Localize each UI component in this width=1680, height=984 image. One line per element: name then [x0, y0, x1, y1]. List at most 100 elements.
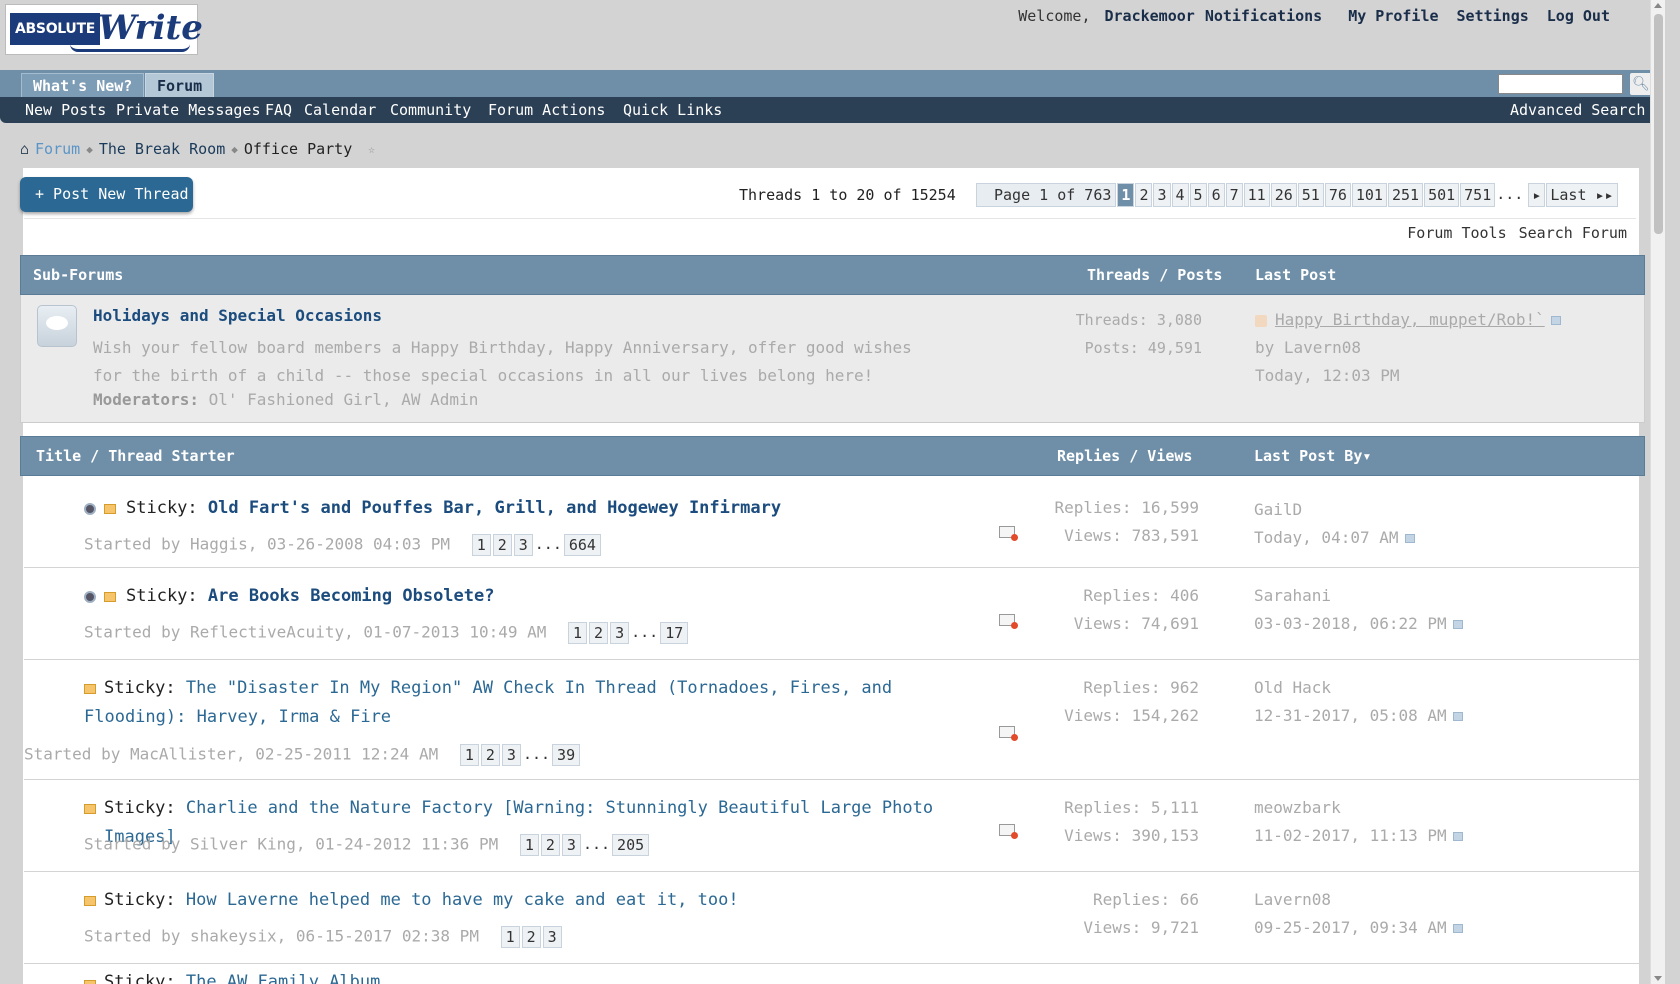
thread-title[interactable]: The AW Family Album: [186, 972, 380, 984]
thread-last-user[interactable]: Lavern08: [1254, 886, 1463, 914]
thread-views: Views: 783,591: [1064, 526, 1199, 545]
page-link[interactable]: 51: [1297, 183, 1324, 207]
thread-title[interactable]: Old Fart's and Pouffes Bar, Grill, and H…: [208, 498, 781, 518]
logout-link[interactable]: Log Out: [1547, 7, 1610, 25]
nav-forum-actions[interactable]: Forum Actions: [488, 101, 605, 119]
last-page-link[interactable]: Last ▸▸: [1546, 183, 1618, 207]
nav-community[interactable]: Community: [390, 101, 471, 119]
page-link[interactable]: 76: [1324, 183, 1351, 207]
thread-started-by[interactable]: Started by MacAllister, 02-25-2011 12:24…: [24, 745, 438, 764]
page-link[interactable]: 5: [1189, 183, 1207, 207]
mail-icon[interactable]: [999, 824, 1018, 839]
thread-page-link[interactable]: 3: [501, 744, 521, 766]
thread-page-link[interactable]: 1: [471, 534, 491, 556]
subforum-title[interactable]: Holidays and Special Occasions: [93, 306, 382, 325]
thread-page-link[interactable]: 664: [563, 534, 601, 556]
page-link[interactable]: 6: [1207, 183, 1225, 207]
thread-last-user[interactable]: GailD: [1254, 496, 1415, 524]
thread-page-link[interactable]: 39: [552, 744, 581, 766]
page-link[interactable]: 26: [1270, 183, 1297, 207]
threads-header-last[interactable]: Last Post By▾: [1254, 447, 1371, 465]
page-link[interactable]: 11: [1243, 183, 1270, 207]
tab-forum[interactable]: Forum: [145, 73, 215, 97]
page-link[interactable]: 251: [1387, 183, 1424, 207]
next-page-icon[interactable]: ▸: [1528, 183, 1546, 207]
nav-faq[interactable]: FAQ: [265, 101, 292, 119]
thread-page-link[interactable]: 2: [480, 744, 500, 766]
nav-private-messages[interactable]: Private Messages: [116, 101, 261, 119]
thread-page-link[interactable]: 1: [519, 834, 539, 856]
thread-page-link[interactable]: 3: [610, 622, 630, 644]
profile-link[interactable]: My Profile: [1348, 7, 1438, 25]
goto-last-post-icon[interactable]: [1452, 712, 1463, 721]
settings-link[interactable]: Settings: [1457, 7, 1529, 25]
threads-header-title[interactable]: Title / Thread Starter: [36, 447, 235, 465]
username-link[interactable]: Drackemoor: [1105, 7, 1195, 25]
thread-page-link[interactable]: 1: [568, 622, 588, 644]
page-link[interactable]: 2: [1135, 183, 1153, 207]
breadcrumb-break-room[interactable]: The Break Room: [99, 140, 225, 158]
forum-tools-menu[interactable]: Forum Tools: [1407, 224, 1506, 242]
moderators-list[interactable]: Ol' Fashioned Girl, AW Admin: [209, 390, 479, 409]
thread-page-link[interactable]: 2: [589, 622, 609, 644]
thread-title[interactable]: How Laverne helped me to have my cake an…: [186, 890, 739, 910]
notifications-link[interactable]: Notifications: [1205, 7, 1322, 25]
mail-icon[interactable]: [999, 726, 1018, 741]
subscribe-star-icon[interactable]: ☆: [368, 143, 375, 156]
goto-last-post-icon[interactable]: [1404, 534, 1415, 543]
goto-last-post-icon[interactable]: [1452, 924, 1463, 933]
scroll-down-icon[interactable]: [1654, 976, 1662, 981]
thread-last-user[interactable]: Sarahani: [1254, 582, 1463, 610]
nav-quick-links[interactable]: Quick Links: [623, 101, 722, 119]
thread-page-link[interactable]: 1: [500, 926, 520, 948]
thread-page-link[interactable]: 3: [513, 534, 533, 556]
thread-page-link[interactable]: 3: [542, 926, 562, 948]
thread-started-by[interactable]: Started by Silver King, 01-24-2012 11:36…: [84, 835, 498, 854]
thread-prefix: Sticky:: [104, 678, 176, 698]
page-link[interactable]: 751: [1460, 183, 1496, 207]
page-link[interactable]: 4: [1171, 183, 1189, 207]
nav-calendar[interactable]: Calendar: [304, 101, 376, 119]
goto-last-post-icon[interactable]: [1452, 832, 1463, 841]
scroll-thumb[interactable]: [1654, 14, 1663, 234]
search-forum-menu[interactable]: Search Forum: [1519, 224, 1627, 242]
post-new-thread-button[interactable]: + Post New Thread: [20, 177, 193, 212]
breadcrumb-forum[interactable]: Forum: [35, 140, 80, 158]
page-link[interactable]: 3: [1153, 183, 1171, 207]
page-scrollbar[interactable]: [1650, 0, 1665, 984]
thread-page-links: 1 2 3: [500, 926, 562, 948]
site-logo[interactable]: ABSOLUTE Write: [5, 4, 203, 55]
tab-whats-new[interactable]: What's New?: [21, 73, 145, 97]
thread-last-user[interactable]: meowzbark: [1254, 794, 1463, 822]
thread-title[interactable]: The "Disaster In My Region" AW Check In …: [84, 678, 892, 727]
last-post-author[interactable]: by Lavern08: [1255, 334, 1561, 362]
home-icon[interactable]: ⌂: [20, 140, 29, 158]
thread-page-link[interactable]: 205: [612, 834, 650, 856]
mail-icon[interactable]: [999, 526, 1018, 541]
scroll-up-icon[interactable]: [1654, 3, 1662, 8]
nav-new-posts[interactable]: New Posts: [25, 101, 106, 119]
thread-page-link[interactable]: 2: [521, 926, 541, 948]
goto-last-post-icon[interactable]: [1452, 620, 1463, 629]
page-link[interactable]: 7: [1225, 183, 1243, 207]
page-link[interactable]: 101: [1351, 183, 1387, 207]
nav-advanced-search[interactable]: Advanced Search: [1510, 101, 1645, 119]
thread-started-by[interactable]: Started by ReflectiveAcuity, 01-07-2013 …: [84, 623, 546, 642]
thread-page-link[interactable]: 3: [561, 834, 581, 856]
thread-started-by[interactable]: Started by shakeysix, 06-15-2017 02:38 P…: [84, 927, 479, 946]
thread-page-link[interactable]: 2: [492, 534, 512, 556]
page-link[interactable]: 501: [1424, 183, 1460, 207]
thread-page-link[interactable]: 17: [660, 622, 689, 644]
mail-icon[interactable]: [999, 614, 1018, 629]
thread-started-by[interactable]: Started by Haggis, 03-26-2008 04:03 PM: [84, 535, 450, 554]
search-input[interactable]: [1498, 74, 1623, 94]
goto-last-post-icon[interactable]: [1550, 316, 1561, 325]
search-icon[interactable]: 🔍︎: [1630, 73, 1652, 95]
thread-page-link[interactable]: 1: [459, 744, 479, 766]
last-post-link[interactable]: Happy Birthday, muppet/Rob!`: [1275, 310, 1545, 329]
thread-title[interactable]: Are Books Becoming Obsolete?: [208, 586, 495, 606]
thread-last-user[interactable]: Old Hack: [1254, 674, 1463, 702]
threads-header: Title / Thread Starter Replies / Views L…: [20, 436, 1645, 476]
threads-header-replies[interactable]: Replies / Views: [1057, 447, 1192, 465]
thread-page-link[interactable]: 2: [540, 834, 560, 856]
